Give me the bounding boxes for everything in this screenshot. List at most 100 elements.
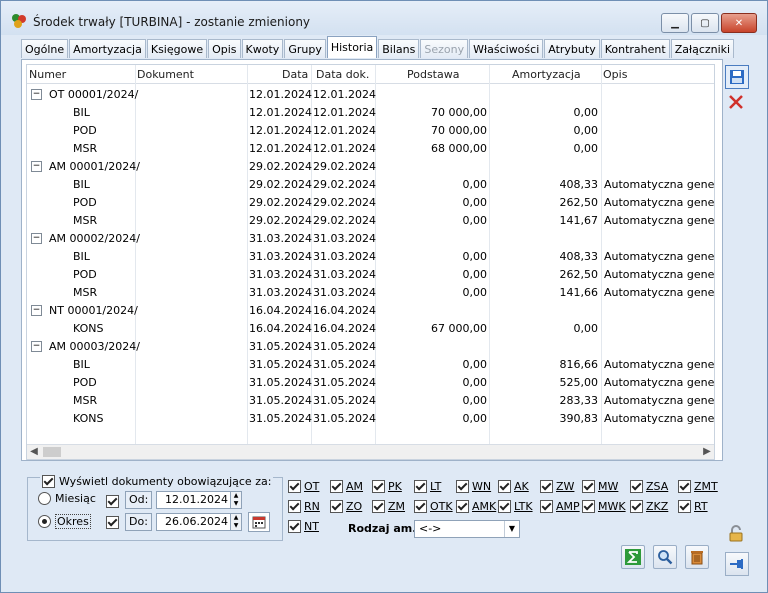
doctype-checkbox[interactable] — [498, 480, 511, 493]
doctype-checkbox[interactable] — [414, 500, 427, 513]
cancel-button[interactable] — [725, 91, 747, 113]
do-date-input[interactable]: 26.06.2024 — [156, 513, 236, 531]
doctype-zo[interactable]: ZO — [330, 500, 362, 513]
doctype-checkbox[interactable] — [456, 480, 469, 493]
doctype-checkbox[interactable] — [540, 480, 553, 493]
okres-radio[interactable] — [38, 515, 51, 528]
tab-sezony[interactable]: Sezony — [420, 39, 469, 58]
table-row[interactable]: BIL 12.01.2024 12.01.2024 70 000,00 0,00 — [27, 103, 714, 121]
tab-załączniki[interactable]: Załączniki — [670, 39, 735, 58]
table-row[interactable]: BIL 31.05.2024 31.05.2024 0,00 816,66 Automat… — [27, 355, 714, 373]
doctype-rt[interactable]: RT — [678, 500, 708, 513]
od-checkbox[interactable] — [106, 495, 119, 508]
doctype-checkbox[interactable] — [540, 500, 553, 513]
delete-button[interactable] — [685, 545, 709, 569]
maximize-button[interactable]: ▢ — [691, 13, 719, 33]
tab-kwoty[interactable]: Kwoty — [241, 39, 284, 58]
table-row[interactable]: POD 31.05.2024 31.05.2024 0,00 525,00 Automat… — [27, 373, 714, 391]
collapse-toggle-icon[interactable]: − — [31, 89, 42, 100]
doctype-wn[interactable]: WN — [456, 480, 491, 493]
tab-księgowe[interactable]: Księgowe — [146, 39, 208, 58]
tab-ogólne[interactable]: Ogólne — [21, 39, 69, 58]
do-spinner[interactable]: ▲ ▼ — [230, 513, 242, 531]
doctype-checkbox[interactable] — [582, 500, 595, 513]
tab-amortyzacja[interactable]: Amortyzacja — [69, 39, 146, 58]
col-header-podstawa[interactable]: Podstawa — [407, 68, 459, 81]
doctype-nt[interactable]: NT — [288, 520, 319, 533]
horizontal-scrollbar[interactable]: ◀ ▶ — [27, 444, 714, 459]
doctype-checkbox[interactable] — [288, 520, 301, 533]
doctype-zsa[interactable]: ZSA — [630, 480, 668, 493]
doctype-lt[interactable]: LT — [414, 480, 441, 493]
doctype-checkbox[interactable] — [498, 500, 511, 513]
doctype-checkbox[interactable] — [456, 500, 469, 513]
doctype-checkbox[interactable] — [630, 480, 643, 493]
doctype-rn[interactable]: RN — [288, 500, 320, 513]
pin-button[interactable] — [725, 552, 749, 576]
spin-down-icon[interactable]: ▼ — [231, 500, 241, 508]
doctype-checkbox[interactable] — [330, 480, 343, 493]
minimize-button[interactable]: ▁ — [661, 13, 689, 33]
close-button[interactable]: ✕ — [721, 13, 757, 33]
collapse-toggle-icon[interactable]: − — [31, 233, 42, 244]
doctype-checkbox[interactable] — [372, 500, 385, 513]
doctype-checkbox[interactable] — [288, 500, 301, 513]
col-header-amortyzacja[interactable]: Amortyzacja — [512, 68, 581, 81]
table-row[interactable]: BIL 31.03.2024 31.03.2024 0,00 408,33 Automat… — [27, 247, 714, 265]
tab-grupy[interactable]: Grupy — [284, 39, 326, 58]
spin-up-icon[interactable]: ▲ — [231, 492, 241, 500]
table-row[interactable]: MSR 12.01.2024 12.01.2024 68 000,00 0,00 — [27, 139, 714, 157]
doctype-ot[interactable]: OT — [288, 480, 319, 493]
table-row[interactable]: POD 29.02.2024 29.02.2024 0,00 262,50 Automat… — [27, 193, 714, 211]
scroll-left-arrow-icon[interactable]: ◀ — [27, 445, 41, 459]
collapse-toggle-icon[interactable]: − — [31, 161, 42, 172]
doctype-mwk[interactable]: MWK — [582, 500, 626, 513]
doctype-checkbox[interactable] — [678, 480, 691, 493]
chevron-down-icon[interactable]: ▼ — [504, 521, 519, 537]
table-row[interactable]: MSR 31.03.2024 31.03.2024 0,00 141,66 Automat… — [27, 283, 714, 301]
col-header-opis[interactable]: Opis — [603, 68, 627, 81]
doctype-zw[interactable]: ZW — [540, 480, 574, 493]
do-checkbox[interactable] — [106, 516, 119, 529]
col-header-numer[interactable]: Numer — [29, 68, 66, 81]
miesiac-radio[interactable] — [38, 492, 51, 505]
save-button[interactable] — [725, 65, 749, 89]
sum-button[interactable] — [621, 545, 645, 569]
tab-właściwości[interactable]: Właściwości — [469, 39, 544, 58]
collapse-toggle-icon[interactable]: − — [31, 341, 42, 352]
doctype-checkbox[interactable] — [288, 480, 301, 493]
tab-historia[interactable]: Historia — [326, 36, 378, 58]
tab-kontrahent[interactable]: Kontrahent — [600, 39, 670, 58]
show-docs-checkbox[interactable] — [42, 475, 55, 488]
od-date-input[interactable]: 12.01.2024 — [156, 491, 236, 509]
scroll-right-arrow-icon[interactable]: ▶ — [700, 445, 714, 459]
table-row[interactable]: POD 31.03.2024 31.03.2024 0,00 262,50 Automat… — [27, 265, 714, 283]
scrollbar-thumb[interactable] — [43, 447, 61, 457]
doctype-zkz[interactable]: ZKZ — [630, 500, 668, 513]
doctype-checkbox[interactable] — [330, 500, 343, 513]
col-header-dokument[interactable]: Dokument — [137, 68, 194, 81]
doctype-otk[interactable]: OTK — [414, 500, 453, 513]
doctype-am[interactable]: AM — [330, 480, 363, 493]
doctype-amk[interactable]: AMK — [456, 500, 496, 513]
tab-bilans[interactable]: Bilans — [378, 39, 420, 58]
unlock-button[interactable] — [725, 523, 747, 545]
doctype-checkbox[interactable] — [630, 500, 643, 513]
doctype-zmt[interactable]: ZMT — [678, 480, 718, 493]
doctype-mw[interactable]: MW — [582, 480, 618, 493]
group-row[interactable]: − OT 00001/2024/12.01.2024 12.01.2024 — [27, 85, 714, 103]
search-button[interactable] — [653, 545, 677, 569]
rodzaj-am-select[interactable]: <-> ▼ — [414, 520, 520, 538]
doctype-checkbox[interactable] — [678, 500, 691, 513]
tab-atrybuty[interactable]: Atrybuty — [544, 39, 600, 58]
od-spinner[interactable]: ▲ ▼ — [230, 491, 242, 509]
col-header-data-dok[interactable]: Data dok. — [316, 68, 369, 81]
spin-up-icon[interactable]: ▲ — [231, 514, 241, 522]
table-row[interactable]: BIL 29.02.2024 29.02.2024 0,00 408,33 Automat… — [27, 175, 714, 193]
table-row[interactable]: MSR 31.05.2024 31.05.2024 0,00 283,33 Automat… — [27, 391, 714, 409]
doctype-ltk[interactable]: LTK — [498, 500, 533, 513]
table-row[interactable]: MSR 29.02.2024 29.02.2024 0,00 141,67 Automat… — [27, 211, 714, 229]
group-row[interactable]: − NT 00001/2024/16.04.2024 16.04.2024 — [27, 301, 714, 319]
calendar-button[interactable] — [248, 512, 270, 532]
group-row[interactable]: − AM 00002/2024/31.03.2024 31.03.2024 — [27, 229, 714, 247]
